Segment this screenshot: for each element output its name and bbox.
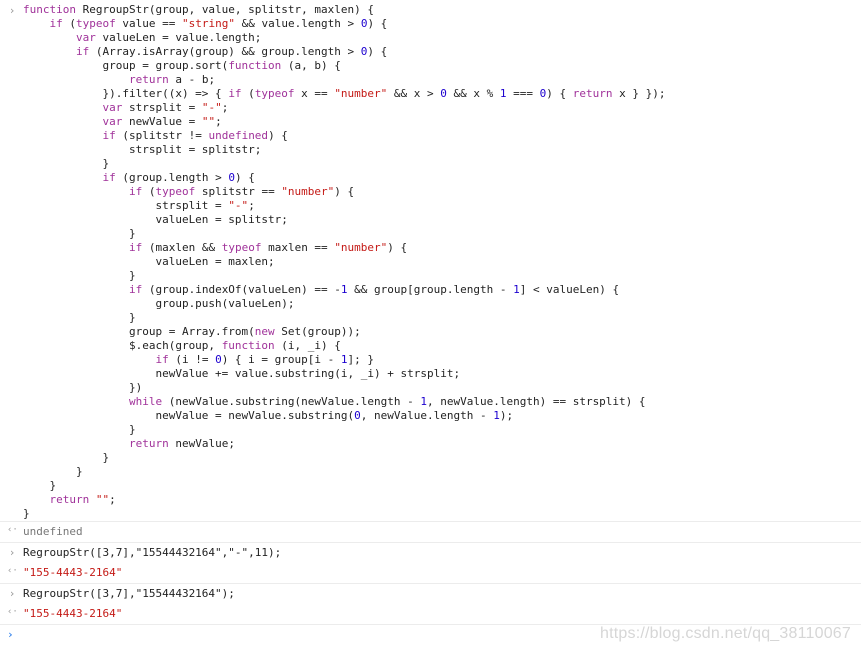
code-line: } [23,479,57,492]
code-line: if (maxlen && typeof maxlen == "number")… [128,241,408,254]
input-command[interactable]: RegroupStr([3,7],"15544432164"); [0,584,861,604]
code-line: }) [23,381,143,394]
code-line: while (newValue.substring(newValue.lengt… [128,395,646,408]
code-line: return newValue; [128,437,235,450]
code-line: newValue += value.substring(i, _i) + str… [23,367,461,380]
code-line: if (typeof value == "string" && value.le… [49,17,388,30]
code-line: if (splitstr != undefined) { [102,129,288,142]
code-line: strsplit = "-"; [23,199,255,212]
code-line: group.push(valueLen); [23,297,295,310]
code-line: var strsplit = "-"; [102,101,229,114]
code-line: } [23,157,110,170]
console-entry: › RegroupStr([3,7],"15544432164","-",11)… [0,543,861,584]
code-line: if (typeof splitstr == "number") { [128,185,355,198]
code-line: valueLen = maxlen; [23,255,275,268]
devtools-console: › function RegroupStr(group, value, spli… [0,0,861,651]
code-line: var newValue = ""; [102,115,222,128]
watermark: https://blog.csdn.net/qq_38110067 [600,625,851,642]
code-line: } [23,227,136,240]
chevron-right-icon: › [8,4,16,17]
code-line: } [23,465,83,478]
console-entry: › function RegroupStr(group, value, spli… [0,0,861,522]
code-line: } [23,423,136,436]
console-entry: › RegroupStr([3,7],"15544432164"); ‹· "1… [0,584,861,625]
input-command[interactable]: RegroupStr([3,7],"15544432164","-",11); [0,543,861,563]
code-line: }).filter((x) => { if (typeof x == "numb… [23,87,666,100]
code-line: valueLen = splitstr; [23,213,288,226]
code-line: strsplit = splitstr; [23,143,262,156]
code-block[interactable]: function RegroupStr(group, value, splits… [0,0,861,521]
code-line: if (group.length > 0) { [102,171,255,184]
code-line: if (i != 0) { i = group[i - 1]; } [155,353,375,366]
code-line: $.each(group, function (i, _i) { [23,339,341,352]
code-line: } [23,451,110,464]
console-result: ‹· undefined [0,522,861,543]
code-line: } [23,269,136,282]
code-line: if (Array.isArray(group) && group.length… [75,45,388,58]
code-line: } [23,507,30,520]
code-line: var valueLen = value.length; [75,31,262,44]
code-line: return a - b; [128,73,216,86]
result-value: "155-4443-2164" [23,607,123,620]
result-value: "155-4443-2164" [23,566,123,579]
prompt-chevron-icon: › [7,628,14,641]
code-line: } [23,311,136,324]
result-value: undefined [23,525,83,538]
code-line: newValue = newValue.substring(0, newValu… [23,409,514,422]
code-line: if (group.indexOf(valueLen) == -1 && gro… [128,283,620,296]
code-line: return ""; [49,493,116,506]
code-line: function RegroupStr(group, value, splits… [23,3,374,16]
code-line: group = group.sort(function (a, b) { [23,59,341,72]
code-line: group = Array.from(new Set(group)); [23,325,361,338]
